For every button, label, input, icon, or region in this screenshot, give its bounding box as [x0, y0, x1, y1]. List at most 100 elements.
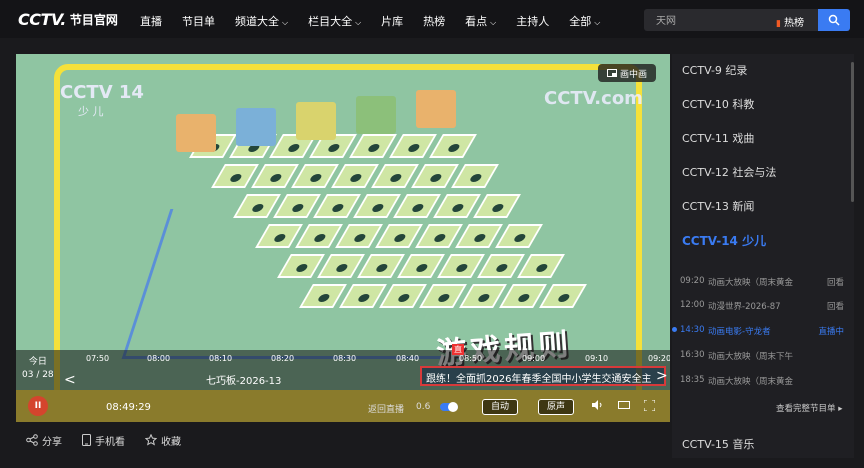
cctv-logo[interactable]: CCTV. 节目官网 — [18, 10, 118, 29]
schedule-item[interactable]: 18:35 动画大放映（周末黄金 — [680, 375, 844, 387]
volume-icon[interactable] — [592, 400, 603, 413]
timeline-tick: 08:10 — [209, 354, 233, 363]
video-player[interactable]: CCTV 14少 儿 CCTV.com 画中画 游戏规则 今日03 / 28 0… — [16, 54, 670, 422]
current-time: 08:49:29 — [106, 402, 151, 413]
share-button[interactable]: 分享 — [26, 433, 62, 448]
favorite-button[interactable]: 收藏 — [145, 433, 181, 448]
hot-list-link[interactable]: ▮ 热榜 — [776, 14, 804, 29]
action-bar: 分享 手机看 收藏 — [16, 422, 670, 458]
scene-building — [236, 108, 276, 146]
channel-item[interactable]: CCTV-14 少儿 — [682, 232, 766, 249]
pause-button[interactable]: II — [28, 396, 48, 416]
channel-item[interactable]: CCTV-12 社会与法 — [682, 164, 776, 180]
nav-item-5[interactable]: 热榜 — [423, 13, 445, 29]
nav-item-7[interactable]: 主持人 — [516, 13, 549, 29]
schedule-item[interactable]: 16:30 动画大放映（周末下午 — [680, 350, 844, 362]
timeline-tick: 08:20 — [271, 354, 295, 363]
scene-dot — [428, 174, 444, 182]
original-audio-button[interactable]: 原声 — [538, 399, 575, 415]
timeline-next-icon[interactable]: > — [656, 368, 668, 384]
scene-building — [296, 102, 336, 140]
share-icon — [26, 434, 38, 446]
schedule-time: 16:30 — [680, 350, 705, 360]
schedule-time: 14:30 — [680, 325, 708, 337]
pip-button[interactable]: 画中画 — [598, 64, 656, 82]
schedule-status — [814, 375, 844, 387]
scene-building — [176, 114, 216, 152]
schedule-item[interactable]: 12:00 动漫世界-2026-87 回看 — [680, 300, 844, 312]
news-ticker[interactable]: 跟练！全面抓2026年春季全国中小学生交通安全主 — [420, 366, 666, 386]
search-input[interactable] — [644, 9, 764, 30]
scene-building — [356, 96, 396, 134]
nav-item-4[interactable]: 片库 — [381, 13, 403, 29]
timeline-tick: 09:20 — [648, 354, 670, 363]
timeline-tick: 09:00 — [522, 354, 546, 363]
search-icon — [828, 14, 840, 26]
fire-icon: ▮ — [776, 19, 781, 29]
pause-icon: II — [34, 401, 42, 411]
widescreen-icon[interactable] — [618, 400, 630, 413]
current-program-label: 七巧板-2026-13 — [206, 376, 282, 387]
channel-sidebar: CCTV-9 纪录 CCTV-10 科教 CCTV-11 戏曲 CCTV-12 社会与… — [672, 54, 854, 458]
nav-menu: 直播 节目单 频道大全 ⌵ 栏目大全 ⌵ 片库 热榜 看点 ⌵ 主持人 全部 ⌵ — [140, 13, 620, 29]
scene-dot — [228, 174, 244, 182]
nav-item-6[interactable]: 看点 ⌵ — [465, 13, 496, 29]
schedule-status: 直播中 — [818, 327, 844, 337]
star-icon — [145, 434, 157, 446]
chevron-down-icon: ⌵ — [355, 18, 362, 27]
channel-watermark: CCTV 14 少 儿 — [60, 82, 144, 119]
timeline-tick: 08:30 — [333, 354, 357, 363]
nav-item-8[interactable]: 全部 ⌵ — [569, 13, 600, 29]
scene-dot — [436, 294, 452, 302]
mobile-watch-button[interactable]: 手机看 — [82, 433, 125, 448]
scene-dot — [432, 234, 448, 242]
top-nav: CCTV. 节目官网 直播 节目单 频道大全 ⌵ 栏目大全 ⌵ 片库 热榜 看点 ⌵ 主持人 全部 ⌵ … — [0, 0, 864, 38]
channel-item-cctv15[interactable]: CCTV-15 音乐 — [682, 436, 754, 452]
fullscreen-icon[interactable] — [643, 399, 656, 414]
scene-dot — [512, 234, 528, 242]
scene-dot — [454, 264, 470, 272]
nav-item-1[interactable]: 节目单 — [182, 13, 215, 29]
sidebar-scrollbar[interactable] — [851, 62, 854, 202]
scene-dot — [286, 144, 302, 152]
watermark-text: CCTV 14 — [60, 82, 144, 103]
schedule-status — [814, 350, 844, 362]
today-date-value: 03 / 28 — [22, 370, 54, 380]
logo-mark: CCTV. — [18, 10, 66, 29]
mobile-label: 手机看 — [95, 436, 125, 448]
pip-label: 画中画 — [619, 69, 647, 80]
schedule-program: 动画大放映（周末黄金 — [708, 377, 794, 387]
schedule-item[interactable]: 14:30 动画电影-守龙者 直播中 — [680, 325, 844, 337]
auto-quality-button[interactable]: 自动 — [482, 399, 519, 415]
nav-item-label: 热榜 — [423, 15, 446, 28]
schedule-program: 动漫世界-2026-87 — [708, 302, 781, 312]
scene-dot — [396, 294, 412, 302]
scene-dot — [472, 234, 488, 242]
scene-dot — [312, 234, 328, 242]
timeline-tick: 08:50 — [459, 354, 483, 363]
nav-item-2[interactable]: 频道大全 ⌵ — [235, 13, 288, 29]
scene-dot — [406, 144, 422, 152]
full-schedule-link[interactable]: 查看完整节目单 ▸ — [776, 402, 842, 414]
channel-item[interactable]: CCTV-13 新闻 — [682, 198, 754, 214]
scene-dot — [370, 204, 386, 212]
today-date[interactable]: 今日 03 / 28 — [22, 356, 54, 382]
scene-dot — [450, 204, 466, 212]
nav-item-3[interactable]: 栏目大全 ⌵ — [308, 13, 361, 29]
channel-item[interactable]: CCTV-10 科教 — [682, 96, 754, 112]
nav-item-label: 直播 — [140, 15, 162, 28]
nav-item-label: 主持人 — [516, 15, 550, 28]
scene-dot — [446, 144, 462, 152]
search-button[interactable] — [818, 9, 850, 31]
speed-toggle[interactable] — [440, 402, 458, 412]
channel-item[interactable]: CCTV-9 纪录 — [682, 62, 747, 78]
timeline-prev-icon[interactable]: < — [64, 372, 76, 388]
scene-dot — [556, 294, 572, 302]
scene-dot — [388, 174, 404, 182]
return-live-button[interactable]: 返回直播 — [368, 402, 404, 415]
nav-item-0[interactable]: 直播 — [140, 13, 162, 29]
scene-dot — [516, 294, 532, 302]
scene-dot — [308, 174, 324, 182]
schedule-item[interactable]: 09:20 动画大放映（周末黄金 回看 — [680, 276, 844, 288]
channel-item[interactable]: CCTV-11 戏曲 — [682, 130, 754, 146]
